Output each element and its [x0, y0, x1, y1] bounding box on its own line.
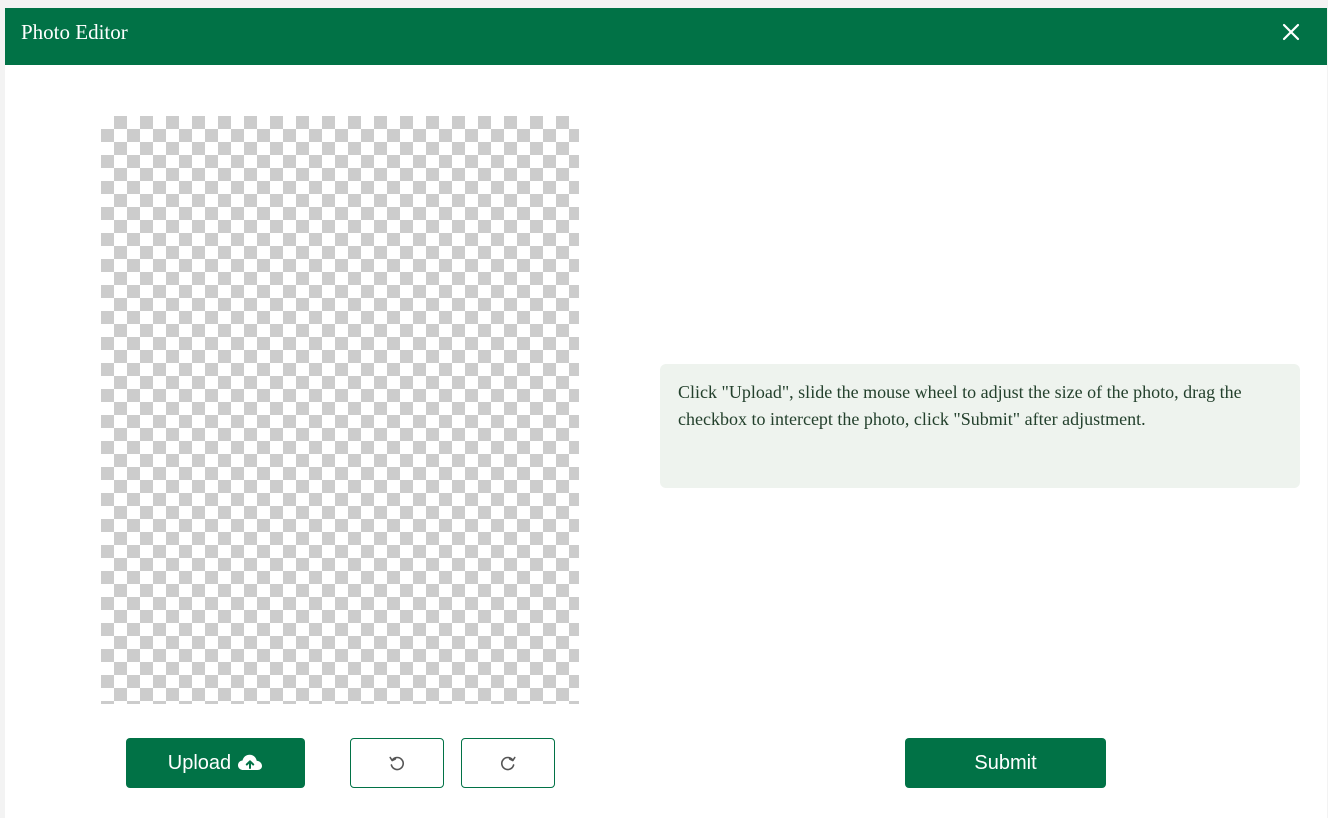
rotate-right-icon	[500, 756, 516, 771]
upload-button[interactable]: Upload	[126, 738, 305, 788]
dialog-titlebar: Photo Editor	[5, 8, 1327, 65]
submit-button-label: Submit	[974, 751, 1037, 774]
photo-editor-dialog: Photo Editor Click "Upload", slide the m…	[5, 8, 1327, 818]
photo-crop-area[interactable]	[101, 116, 579, 704]
rotate-left-icon	[389, 756, 405, 771]
close-button[interactable]	[1279, 20, 1303, 44]
dialog-title: Photo Editor	[21, 20, 128, 44]
instructions-hint: Click "Upload", slide the mouse wheel to…	[660, 364, 1300, 488]
cloud-upload-icon	[237, 753, 263, 773]
rotate-left-button[interactable]	[350, 738, 444, 788]
close-icon	[1282, 23, 1300, 41]
upload-button-label: Upload	[167, 751, 232, 774]
submit-button[interactable]: Submit	[905, 738, 1106, 788]
rotate-right-button[interactable]	[461, 738, 555, 788]
